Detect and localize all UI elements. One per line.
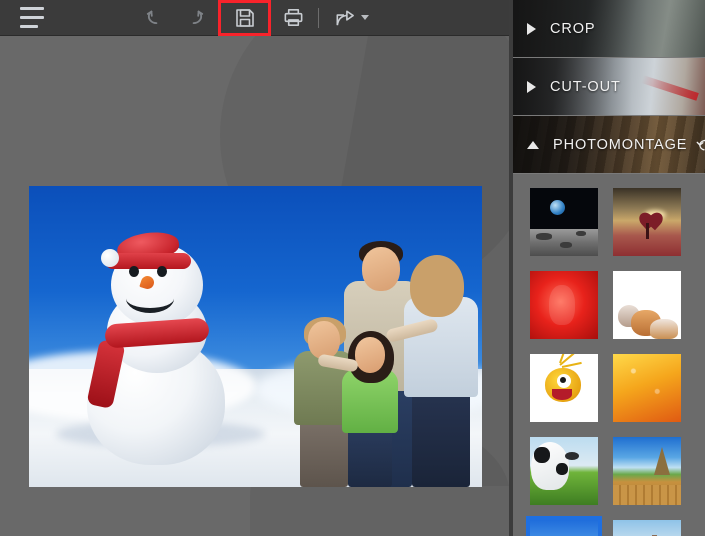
toolbar-divider bbox=[318, 8, 319, 28]
section-header-crop[interactable]: CROP bbox=[513, 0, 705, 58]
chevron-up-icon bbox=[527, 140, 539, 149]
image-canvas[interactable] bbox=[0, 36, 509, 536]
chevron-right-icon bbox=[527, 80, 536, 93]
thumbnail-moon-earth-landscape[interactable] bbox=[530, 188, 598, 256]
top-toolbar bbox=[0, 0, 513, 36]
save-floppy-disk-icon bbox=[233, 6, 257, 30]
redo-icon bbox=[183, 7, 205, 29]
santa-hat bbox=[101, 228, 191, 269]
thumbnail-yellow-orange-abstract[interactable] bbox=[613, 354, 681, 422]
undo-icon bbox=[145, 7, 167, 29]
person-mother bbox=[402, 255, 482, 487]
thumbnail-venice-gondolas[interactable] bbox=[613, 520, 681, 536]
share-icon bbox=[333, 6, 356, 29]
save-button[interactable] bbox=[219, 0, 271, 35]
person-girl bbox=[340, 327, 404, 487]
section-header-photomontage[interactable]: PHOTOMONTAGE bbox=[513, 116, 705, 174]
section-label-photomontage: PHOTOMONTAGE bbox=[553, 136, 688, 153]
family-group bbox=[278, 229, 482, 487]
undo-button[interactable] bbox=[137, 0, 175, 35]
section-label-crop: CROP bbox=[550, 20, 596, 37]
share-button[interactable] bbox=[325, 0, 377, 35]
snowman bbox=[81, 228, 231, 465]
tools-panel: CROP CUT-OUT PHOTOMONTAGE bbox=[513, 0, 705, 536]
thumbnail-snow-mountain-blue[interactable] bbox=[526, 516, 602, 536]
print-button[interactable] bbox=[272, 0, 314, 35]
thumbnail-cow-in-field[interactable] bbox=[530, 437, 598, 505]
edited-photo[interactable] bbox=[29, 186, 482, 487]
thumbnail-paris-eiffel-tower[interactable] bbox=[613, 437, 681, 505]
thumbnail-red-abstract[interactable] bbox=[530, 271, 598, 339]
photomontage-thumbnail-grid bbox=[513, 174, 705, 536]
reset-arrow-icon[interactable] bbox=[695, 136, 705, 154]
share-chevron-down-icon[interactable] bbox=[361, 15, 369, 20]
thumbnail-cat-and-dogs[interactable] bbox=[613, 271, 681, 339]
menu-button[interactable] bbox=[12, 0, 52, 35]
hamburger-icon bbox=[20, 4, 44, 31]
printer-icon bbox=[282, 6, 305, 29]
thumbnail-yellow-monster[interactable] bbox=[530, 354, 598, 422]
section-header-cutout[interactable]: CUT-OUT bbox=[513, 58, 705, 116]
section-label-cutout: CUT-OUT bbox=[550, 78, 621, 95]
chevron-right-icon bbox=[527, 22, 536, 35]
photo-editor-window: CROP CUT-OUT PHOTOMONTAGE bbox=[0, 0, 705, 536]
redo-button[interactable] bbox=[175, 0, 213, 35]
thumbnail-heart-tree-sunset[interactable] bbox=[613, 188, 681, 256]
